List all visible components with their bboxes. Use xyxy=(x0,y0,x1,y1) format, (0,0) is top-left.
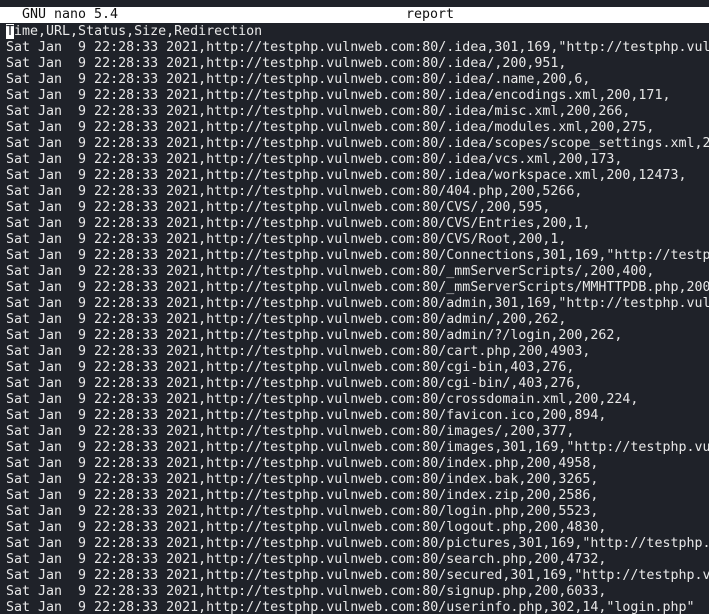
csv-row[interactable]: Sat Jan 9 22:28:33 2021,http://testphp.v… xyxy=(6,136,709,152)
csv-row[interactable]: Sat Jan 9 22:28:33 2021,http://testphp.v… xyxy=(6,56,709,72)
csv-row[interactable]: Sat Jan 9 22:28:33 2021,http://testphp.v… xyxy=(6,72,709,88)
csv-row[interactable]: Sat Jan 9 22:28:33 2021,http://testphp.v… xyxy=(6,248,709,264)
csv-row[interactable]: Sat Jan 9 22:28:33 2021,http://testphp.v… xyxy=(6,104,709,120)
csv-row[interactable]: Sat Jan 9 22:28:33 2021,http://testphp.v… xyxy=(6,600,709,614)
csv-row[interactable]: Sat Jan 9 22:28:33 2021,http://testphp.v… xyxy=(6,88,709,104)
csv-row[interactable]: Sat Jan 9 22:28:33 2021,http://testphp.v… xyxy=(6,440,709,456)
csv-row[interactable]: Sat Jan 9 22:28:33 2021,http://testphp.v… xyxy=(6,376,709,392)
csv-row[interactable]: Sat Jan 9 22:28:33 2021,http://testphp.v… xyxy=(6,472,709,488)
csv-row[interactable]: Sat Jan 9 22:28:33 2021,http://testphp.v… xyxy=(6,152,709,168)
csv-row[interactable]: Sat Jan 9 22:28:33 2021,http://testphp.v… xyxy=(6,216,709,232)
app-version-label: GNU nano 5.4 xyxy=(22,7,119,22)
csv-row[interactable]: Sat Jan 9 22:28:33 2021,http://testphp.v… xyxy=(6,568,709,584)
csv-row[interactable]: Sat Jan 9 22:28:33 2021,http://testphp.v… xyxy=(6,184,709,200)
csv-row[interactable]: Sat Jan 9 22:28:33 2021,http://testphp.v… xyxy=(6,264,709,280)
csv-row[interactable]: Sat Jan 9 22:28:33 2021,http://testphp.v… xyxy=(6,40,709,56)
csv-row[interactable]: Sat Jan 9 22:28:33 2021,http://testphp.v… xyxy=(6,120,709,136)
csv-row[interactable]: Sat Jan 9 22:28:33 2021,http://testphp.v… xyxy=(6,424,709,440)
csv-row[interactable]: Sat Jan 9 22:28:33 2021,http://testphp.v… xyxy=(6,488,709,504)
file-name-label: report xyxy=(406,7,455,22)
csv-header-line[interactable]: Time,URL,Status,Size,Redirection xyxy=(6,24,709,40)
editor-buffer[interactable]: Time,URL,Status,Size,Redirection Sat Jan… xyxy=(6,24,709,614)
csv-row[interactable]: Sat Jan 9 22:28:33 2021,http://testphp.v… xyxy=(6,168,709,184)
csv-row[interactable]: Sat Jan 9 22:28:33 2021,http://testphp.v… xyxy=(6,504,709,520)
csv-row[interactable]: Sat Jan 9 22:28:33 2021,http://testphp.v… xyxy=(6,392,709,408)
nano-titlebar: GNU nano 5.4 report xyxy=(0,7,709,23)
csv-row[interactable]: Sat Jan 9 22:28:33 2021,http://testphp.v… xyxy=(6,456,709,472)
csv-row[interactable]: Sat Jan 9 22:28:33 2021,http://testphp.v… xyxy=(6,552,709,568)
text-cursor: T xyxy=(6,24,15,39)
csv-row[interactable]: Sat Jan 9 22:28:33 2021,http://testphp.v… xyxy=(6,520,709,536)
csv-row[interactable]: Sat Jan 9 22:28:33 2021,http://testphp.v… xyxy=(6,344,709,360)
terminal-window[interactable]: GNU nano 5.4 report Time,URL,Status,Size… xyxy=(0,0,709,614)
csv-row[interactable]: Sat Jan 9 22:28:33 2021,http://testphp.v… xyxy=(6,536,709,552)
csv-header-text: ime,URL,Status,Size,Redirection xyxy=(14,24,263,39)
csv-row[interactable]: Sat Jan 9 22:28:33 2021,http://testphp.v… xyxy=(6,328,709,344)
csv-row[interactable]: Sat Jan 9 22:28:33 2021,http://testphp.v… xyxy=(6,280,709,296)
csv-row[interactable]: Sat Jan 9 22:28:33 2021,http://testphp.v… xyxy=(6,360,709,376)
csv-row[interactable]: Sat Jan 9 22:28:33 2021,http://testphp.v… xyxy=(6,584,709,600)
csv-row[interactable]: Sat Jan 9 22:28:33 2021,http://testphp.v… xyxy=(6,200,709,216)
csv-row[interactable]: Sat Jan 9 22:28:33 2021,http://testphp.v… xyxy=(6,312,709,328)
csv-row[interactable]: Sat Jan 9 22:28:33 2021,http://testphp.v… xyxy=(6,232,709,248)
csv-row[interactable]: Sat Jan 9 22:28:33 2021,http://testphp.v… xyxy=(6,408,709,424)
csv-row[interactable]: Sat Jan 9 22:28:33 2021,http://testphp.v… xyxy=(6,296,709,312)
